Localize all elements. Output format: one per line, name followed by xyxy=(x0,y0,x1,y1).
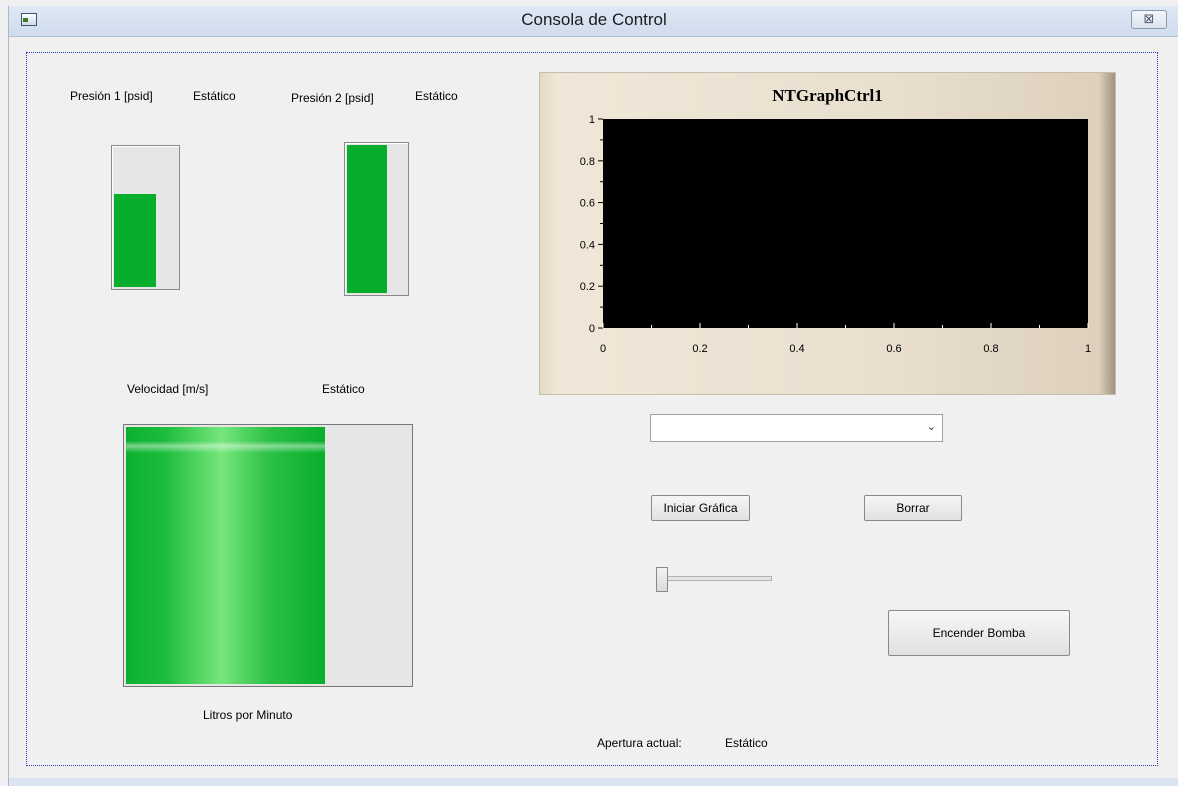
x-tick-label: 0.2 xyxy=(692,343,707,355)
window-bottom-border xyxy=(9,778,1178,786)
window-title: Consola de Control xyxy=(521,10,667,29)
y-tick-label: 0.6 xyxy=(580,198,595,210)
close-icon: ⊠ xyxy=(1143,12,1155,27)
chevron-down-icon[interactable]: ⌄ xyxy=(927,420,936,433)
pressure2-status: Estático xyxy=(415,89,458,103)
flow-caption: Litros por Minuto xyxy=(203,708,293,722)
mode-combobox[interactable]: ⌄ xyxy=(650,414,943,442)
pressure2-gauge-fill xyxy=(347,145,387,293)
pressure1-gauge-fill xyxy=(114,194,156,287)
velocity-label: Velocidad [m/s] xyxy=(127,382,209,396)
y-tick-label: 0 xyxy=(589,323,595,335)
clear-button[interactable]: Borrar xyxy=(864,495,962,521)
close-button[interactable]: ⊠ xyxy=(1131,10,1167,29)
x-tick-label: 1 xyxy=(1085,343,1091,355)
title-bar[interactable]: Consola de Control ⊠ xyxy=(9,6,1178,37)
x-tick-label: 0.8 xyxy=(983,343,998,355)
x-tick-label: 0.6 xyxy=(886,343,901,355)
x-tick-label: 0.4 xyxy=(789,343,804,355)
x-tick-label: 0 xyxy=(600,343,606,355)
pressure2-label: Presión 2 [psid] xyxy=(291,91,374,105)
velocity-gauge xyxy=(123,424,413,687)
y-tick-label: 0.8 xyxy=(580,156,595,168)
pressure1-gauge xyxy=(111,145,180,290)
pressure1-label: Presión 1 [psid] xyxy=(70,89,153,103)
velocity-status: Estático xyxy=(322,382,365,396)
aperture-slider-track[interactable] xyxy=(658,576,772,581)
graph-control[interactable]: NTGraphCtrl1 0 0.2 0.4 0.6 0.8 1 0 0.2 0.4 0.6 0.8… xyxy=(539,72,1116,395)
aperture-slider-thumb[interactable] xyxy=(656,567,668,592)
y-tick-label: 0.4 xyxy=(580,239,595,251)
pump-on-button[interactable]: Encender Bomba xyxy=(888,610,1070,656)
velocity-gauge-fill xyxy=(126,427,325,684)
aperture-label: Apertura actual: xyxy=(597,736,682,750)
start-graph-button[interactable]: Iniciar Gráfica xyxy=(651,495,750,521)
aperture-value: Estático xyxy=(725,736,768,750)
pressure1-status: Estático xyxy=(193,89,236,103)
y-tick-label: 0.2 xyxy=(580,281,595,293)
pressure2-gauge xyxy=(344,142,409,296)
plot-background xyxy=(603,119,1088,328)
plot-area: 0 0.2 0.4 0.6 0.8 1 0 0.2 0.4 0.6 0.8 1 xyxy=(580,114,1091,355)
y-tick-label: 1 xyxy=(589,114,595,126)
